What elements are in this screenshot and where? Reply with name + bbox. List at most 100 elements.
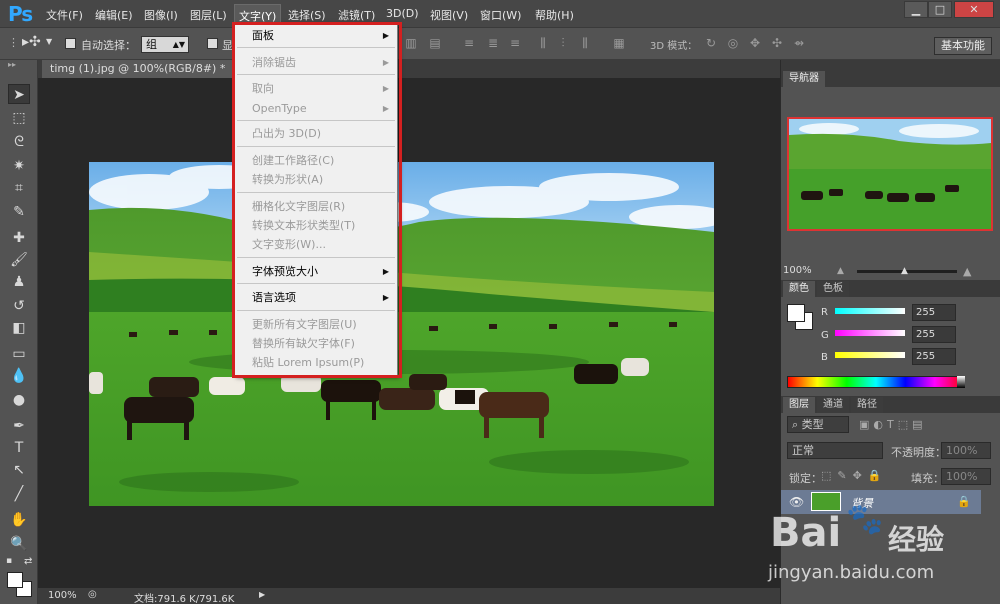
status-menu-arrow-icon[interactable]: ▶ xyxy=(259,590,265,599)
zoom-out-icon[interactable]: ▲ xyxy=(837,266,844,276)
default-colors-icon[interactable]: ▪ xyxy=(6,556,12,566)
show-transform-checkbox[interactable] xyxy=(207,38,218,49)
zoom-in-icon[interactable]: ▲ xyxy=(963,265,971,278)
distribute-icon[interactable]: ≡ xyxy=(462,37,476,49)
tab-swatches[interactable]: 色板 xyxy=(817,281,849,297)
opacity-input[interactable]: 100% xyxy=(941,442,991,459)
dodge-tool-icon[interactable]: ● xyxy=(8,390,30,410)
brush-tool-icon[interactable]: 🖌 xyxy=(8,250,30,270)
menu-view[interactable]: 视图(V) xyxy=(430,7,468,23)
3d-rotate-icon[interactable]: ↻ xyxy=(704,37,718,49)
blend-mode-combo[interactable]: 正常 xyxy=(787,442,883,459)
clone-stamp-tool-icon[interactable]: ♟ xyxy=(8,272,30,292)
distribute-icon[interactable]: ⫼ xyxy=(536,37,550,49)
blur-tool-icon[interactable]: 💧 xyxy=(8,366,30,386)
menu-item-create-work-path[interactable]: 创建工作路径(C) xyxy=(235,151,397,171)
status-info-icon[interactable]: ◎ xyxy=(88,589,97,600)
menu-file[interactable]: 文件(F) xyxy=(46,7,83,23)
menu-item-warp-text[interactable]: 文字变形(W)... xyxy=(235,235,397,255)
menu-item-language-options[interactable]: 语言选项 ▶ xyxy=(235,288,397,308)
menu-item-convert-to-shape[interactable]: 转换为形状(A) xyxy=(235,170,397,190)
menu-layer[interactable]: 图层(L) xyxy=(190,7,227,23)
red-channel-slider[interactable] xyxy=(835,308,905,314)
menu-item-update-all-text-layers[interactable]: 更新所有文字图层(U) xyxy=(235,315,397,335)
document-image[interactable] xyxy=(89,162,714,506)
tab-color[interactable]: 颜色 xyxy=(783,281,815,297)
minimize-button[interactable]: ▁ xyxy=(904,1,928,18)
tool-preset-chevron-down-icon[interactable]: ▼ xyxy=(46,37,52,46)
menu-item-extrude-3d[interactable]: 凸出为 3D(D) xyxy=(235,124,397,144)
3d-pan-icon[interactable]: ✥ xyxy=(748,37,762,49)
history-brush-tool-icon[interactable]: ↺ xyxy=(8,296,30,316)
3d-scale-icon[interactable]: ⇴ xyxy=(792,37,806,49)
menu-help[interactable]: 帮助(H) xyxy=(535,7,574,23)
color-fg-swatch[interactable] xyxy=(787,304,805,322)
auto-select-checkbox[interactable] xyxy=(65,38,76,49)
tab-paths[interactable]: 路径 xyxy=(851,397,883,413)
menu-item-anti-alias[interactable]: 消除锯齿 ▶ xyxy=(235,53,397,73)
tab-navigator[interactable]: 导航器 xyxy=(783,71,825,87)
collapse-icon[interactable]: ▸▸ xyxy=(8,60,16,69)
swap-colors-icon[interactable]: ⇄ xyxy=(24,556,32,567)
navigator-zoom-value[interactable]: 100% xyxy=(783,265,812,276)
menu-item-opentype[interactable]: OpenType ▶ xyxy=(235,99,397,119)
3d-slide-icon[interactable]: ✣ xyxy=(770,37,784,49)
menu-edit[interactable]: 编辑(E) xyxy=(95,7,133,23)
gradient-tool-icon[interactable]: ▭ xyxy=(8,344,30,364)
menu-item-panel[interactable]: 面板 ▶ xyxy=(235,26,397,46)
zoom-tool-icon[interactable]: 🔍 xyxy=(8,534,30,554)
green-channel-slider[interactable] xyxy=(835,330,905,336)
navigator-thumbnail[interactable] xyxy=(787,117,993,231)
zoom-slider-thumb[interactable]: ▲ xyxy=(901,266,908,276)
maximize-button[interactable]: □ xyxy=(928,1,952,18)
spectrum-bw-ramp[interactable] xyxy=(957,376,965,388)
hand-tool-icon[interactable]: ✋ xyxy=(8,510,30,530)
blue-channel-slider[interactable] xyxy=(835,352,905,358)
menu-item-paste-lorem-ipsum[interactable]: 粘贴 Lorem Ipsum(P) xyxy=(235,353,397,373)
move-tool-icon[interactable]: ▸✣ xyxy=(22,34,41,50)
workspace-button[interactable]: 基本功能 xyxy=(934,37,992,55)
red-channel-input[interactable]: 255 xyxy=(912,304,956,321)
menu-3d[interactable]: 3D(D) xyxy=(386,7,419,20)
distribute-icon[interactable]: ≡ xyxy=(508,37,522,49)
menu-window[interactable]: 窗口(W) xyxy=(480,7,521,23)
layer-filter-combo[interactable]: ⌕ 类型 xyxy=(787,416,849,433)
green-channel-input[interactable]: 255 xyxy=(912,326,956,343)
crop-tool-icon[interactable]: ⌗ xyxy=(8,178,30,198)
path-selection-tool-icon[interactable]: ↖ xyxy=(8,460,30,480)
fill-input[interactable]: 100% xyxy=(941,468,991,485)
document-tab[interactable]: timg (1).jpg @ 100%(RGB/8#) *× xyxy=(42,60,253,78)
eyedropper-tool-icon[interactable]: ✎ xyxy=(8,202,30,222)
menu-item-replace-missing-fonts[interactable]: 替换所有缺欠字体(F) xyxy=(235,334,397,354)
lasso-tool-icon[interactable]: ᘓ xyxy=(8,132,30,152)
layer-filter-icons[interactable]: ▣◐T⬚▤ xyxy=(859,418,927,431)
auto-align-icon[interactable]: ▦ xyxy=(612,37,626,49)
foreground-color-swatch[interactable] xyxy=(7,572,23,588)
3d-roll-icon[interactable]: ◎ xyxy=(726,37,740,49)
marquee-tool-icon[interactable]: ⬚ xyxy=(8,108,30,128)
menu-item-font-preview-size[interactable]: 字体预览大小 ▶ xyxy=(235,262,397,282)
status-zoom[interactable]: 100% xyxy=(48,590,77,601)
pen-tool-icon[interactable]: ✒ xyxy=(8,416,30,436)
menu-item-orientation[interactable]: 取向 ▶ xyxy=(235,79,397,99)
auto-select-combo[interactable]: 组 ▲▼ xyxy=(141,36,189,53)
distribute-icon[interactable]: ≣ xyxy=(486,37,500,49)
align-icon[interactable]: ▤ xyxy=(428,37,442,49)
distribute-icon[interactable]: ⫶ xyxy=(556,37,570,49)
menu-filter[interactable]: 滤镜(T) xyxy=(338,7,375,23)
healing-brush-tool-icon[interactable]: ✚ xyxy=(8,228,30,248)
magic-wand-tool-icon[interactable]: ✷ xyxy=(8,156,30,176)
tab-channels[interactable]: 通道 xyxy=(817,397,849,413)
type-tool-icon[interactable]: T xyxy=(8,438,30,458)
tab-layers[interactable]: 图层 xyxy=(783,397,815,413)
close-window-button[interactable]: ✕ xyxy=(954,1,994,18)
color-spectrum-bar[interactable] xyxy=(787,376,965,388)
align-icon[interactable]: ▥ xyxy=(404,37,418,49)
blue-channel-input[interactable]: 255 xyxy=(912,348,956,365)
eraser-tool-icon[interactable]: ◧ xyxy=(8,318,30,338)
menu-item-convert-text-shape[interactable]: 转换文本形状类型(T) xyxy=(235,216,397,236)
move-tool-icon[interactable]: ➤ xyxy=(8,84,30,104)
menu-item-rasterize[interactable]: 栅格化文字图层(R) xyxy=(235,197,397,217)
menu-select[interactable]: 选择(S) xyxy=(288,7,326,23)
distribute-icon[interactable]: ⫼ xyxy=(578,37,592,49)
